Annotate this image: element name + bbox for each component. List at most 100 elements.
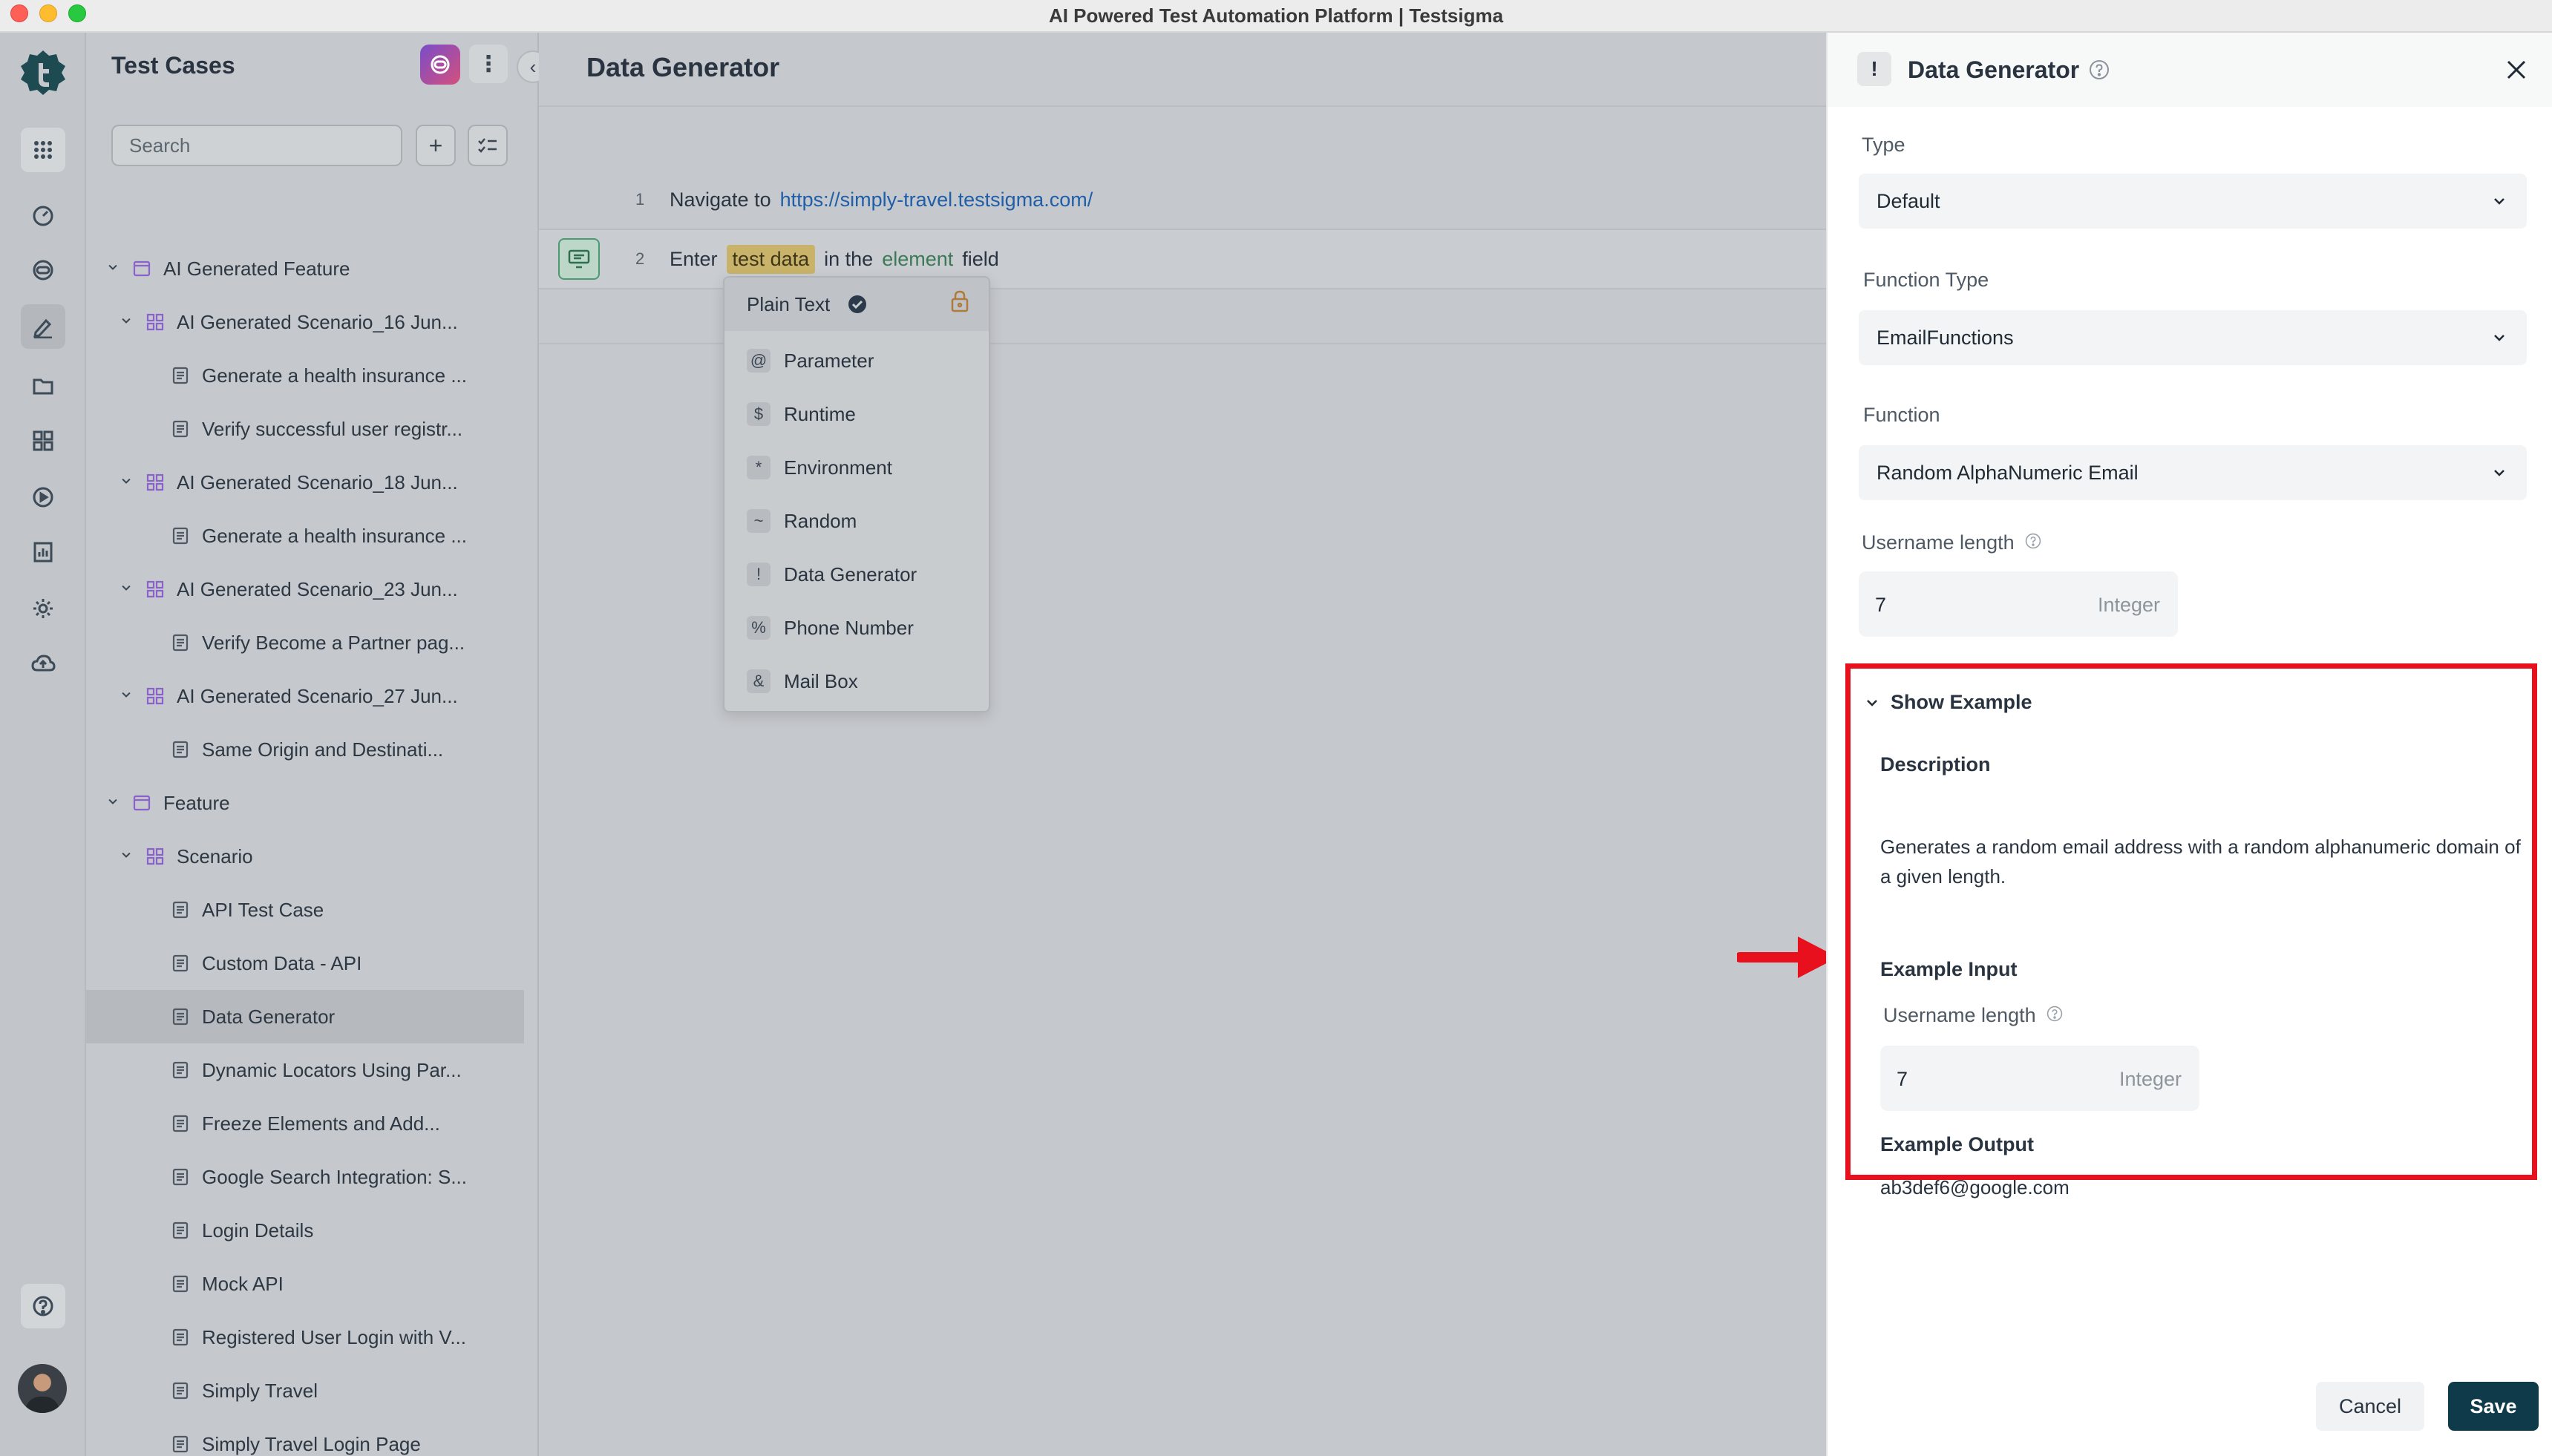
tree-item-test-case[interactable]: Verify Become a Partner pag... (86, 616, 524, 669)
menu-item-plain-text[interactable]: Plain Text (724, 278, 989, 331)
tree-item-scenario[interactable]: AI Generated Scenario_18 Jun... (86, 456, 524, 509)
tree-item-scenario[interactable]: AI Generated Scenario_23 Jun... (86, 563, 524, 616)
chevron-down-icon[interactable] (117, 580, 135, 599)
tree-item-label: Registered User Login with V... (202, 1325, 467, 1348)
user-avatar[interactable] (18, 1364, 67, 1413)
tree-item-test-case[interactable]: Mock API (86, 1257, 524, 1311)
scenario-icon (145, 473, 165, 492)
test-case-icon (171, 1274, 190, 1293)
menu-item-label: Data Generator (784, 563, 917, 586)
modules-icon[interactable] (21, 419, 65, 463)
test-development-icon[interactable] (21, 304, 65, 349)
tree-item-feature[interactable]: Feature (86, 776, 524, 830)
example-input-label: Username length (1883, 1004, 2036, 1026)
tree-item-scenario[interactable]: AI Generated Scenario_16 Jun... (86, 295, 524, 349)
tree-item-feature[interactable]: AI Generated Feature (86, 242, 524, 295)
test-case-icon (171, 366, 190, 385)
tree-item-label: Dynamic Locators Using Par... (202, 1058, 462, 1081)
tree-item-test-case[interactable]: Login Details (86, 1204, 524, 1257)
maximize-window-button[interactable] (68, 4, 86, 22)
tree-item-label: AI Generated Scenario_18 Jun... (177, 470, 458, 493)
cloud-upload-icon[interactable] (21, 641, 65, 686)
apps-grid-icon[interactable] (21, 128, 65, 172)
ai-agent-icon[interactable] (420, 45, 460, 85)
more-options-button[interactable]: ⋮ (469, 45, 508, 83)
chevron-down-icon[interactable] (117, 686, 135, 706)
tree-item-label: AI Generated Scenario_27 Jun... (177, 684, 458, 707)
tree-item-test-case[interactable]: Simply Travel (86, 1364, 524, 1417)
chevron-down-icon[interactable] (117, 312, 135, 332)
cancel-button[interactable]: Cancel (2316, 1382, 2424, 1431)
tree-item-scenario[interactable]: Scenario (86, 830, 524, 883)
tree-item-test-case[interactable]: Google Search Integration: S... (86, 1150, 524, 1204)
copilot-icon[interactable] (21, 248, 65, 292)
step-url-link[interactable]: https://simply-travel.testsigma.com/ (780, 188, 1093, 211)
chevron-down-icon (2491, 191, 2507, 214)
tree-item-test-case[interactable]: Freeze Elements and Add... (86, 1097, 524, 1150)
function-type-select[interactable]: EmailFunctions (1859, 310, 2527, 365)
test-data-chip[interactable]: test data (726, 244, 816, 274)
tree-item-test-case[interactable]: Custom Data - API (86, 937, 524, 990)
test-step-1[interactable]: 1 Navigate to https://simply-travel.test… (539, 169, 1826, 230)
chevron-down-icon[interactable] (117, 473, 135, 492)
chevron-down-icon[interactable] (117, 847, 135, 866)
reports-icon[interactable] (21, 530, 65, 574)
tree-item-test-case[interactable]: Data Generator (86, 990, 524, 1043)
close-window-button[interactable] (10, 4, 28, 22)
example-output-heading: Example Output (1880, 1133, 2035, 1155)
run-icon[interactable] (21, 475, 65, 519)
info-icon[interactable] (2046, 1004, 2063, 1027)
menu-item-phone-number[interactable]: % Phone Number (724, 601, 989, 655)
menu-item-environment[interactable]: * Environment (724, 441, 989, 494)
folder-icon[interactable] (21, 364, 65, 408)
dashboard-icon[interactable] (21, 193, 65, 237)
example-output-value: ab3def6@google.com (1880, 1176, 2070, 1198)
window-controls (10, 4, 86, 22)
menu-item-symbol: & (747, 669, 770, 693)
tree-item-label: Generate a health insurance ... (202, 364, 468, 387)
step-editor: Data Generator 1 Navigate to https://sim… (539, 33, 1826, 1456)
menu-item-label: Runtime (784, 402, 856, 425)
username-length-input[interactable]: 7 Integer (1859, 571, 2178, 637)
tree-item-test-case[interactable]: Generate a health insurance ... (86, 509, 524, 563)
chevron-down-icon[interactable] (104, 259, 122, 278)
close-icon[interactable] (2500, 53, 2533, 86)
tree-item-test-case[interactable]: Registered User Login with V... (86, 1311, 524, 1364)
chevron-down-icon[interactable] (104, 793, 122, 813)
test-cases-panel: Test Cases ⋮ ‹ Search + AI Generated Fea… (86, 33, 549, 1456)
info-icon[interactable] (2025, 531, 2041, 554)
menu-item-label: Mail Box (784, 669, 858, 692)
save-button[interactable]: Save (2448, 1382, 2539, 1431)
search-input[interactable]: Search (111, 125, 402, 166)
tree-item-test-case[interactable]: API Test Case (86, 883, 524, 937)
show-example-toggle[interactable]: Show Example (1864, 691, 2032, 714)
window-titlebar: AI Powered Test Automation Platform | Te… (0, 0, 2552, 33)
tree-item-test-case[interactable]: Dynamic Locators Using Par... (86, 1043, 524, 1097)
function-select[interactable]: Random AlphaNumeric Email (1859, 445, 2527, 500)
minimize-window-button[interactable] (39, 4, 57, 22)
menu-item-symbol: % (747, 616, 770, 640)
tree-item-test-case[interactable]: Simply Travel Login Page (86, 1417, 524, 1456)
test-case-icon (171, 1328, 190, 1347)
settings-gear-icon[interactable] (21, 586, 65, 631)
step-type-icon[interactable] (558, 238, 600, 280)
menu-item-data-generator[interactable]: ! Data Generator (724, 548, 989, 601)
bulk-select-button[interactable] (468, 125, 508, 166)
type-select[interactable]: Default (1859, 174, 2527, 229)
menu-item-random[interactable]: ~ Random (724, 494, 989, 548)
element-chip[interactable]: element (882, 248, 953, 271)
testsigma-logo[interactable] (16, 46, 70, 99)
menu-item-mail-box[interactable]: & Mail Box (724, 655, 989, 708)
tree-item-test-case[interactable]: Same Origin and Destinati... (86, 723, 524, 776)
info-icon[interactable] (2089, 59, 2110, 84)
menu-item-label: Plain Text (747, 292, 831, 315)
add-button[interactable]: + (416, 125, 456, 166)
tree-item-scenario[interactable]: AI Generated Scenario_27 Jun... (86, 669, 524, 723)
step-connector-text: in the (824, 247, 874, 270)
menu-item-symbol: $ (747, 402, 770, 426)
help-icon[interactable] (21, 1284, 65, 1328)
menu-item-parameter[interactable]: @ Parameter (724, 334, 989, 387)
tree-item-test-case[interactable]: Verify successful user registr... (86, 402, 524, 456)
menu-item-runtime[interactable]: $ Runtime (724, 387, 989, 441)
tree-item-test-case[interactable]: Generate a health insurance ... (86, 349, 524, 402)
